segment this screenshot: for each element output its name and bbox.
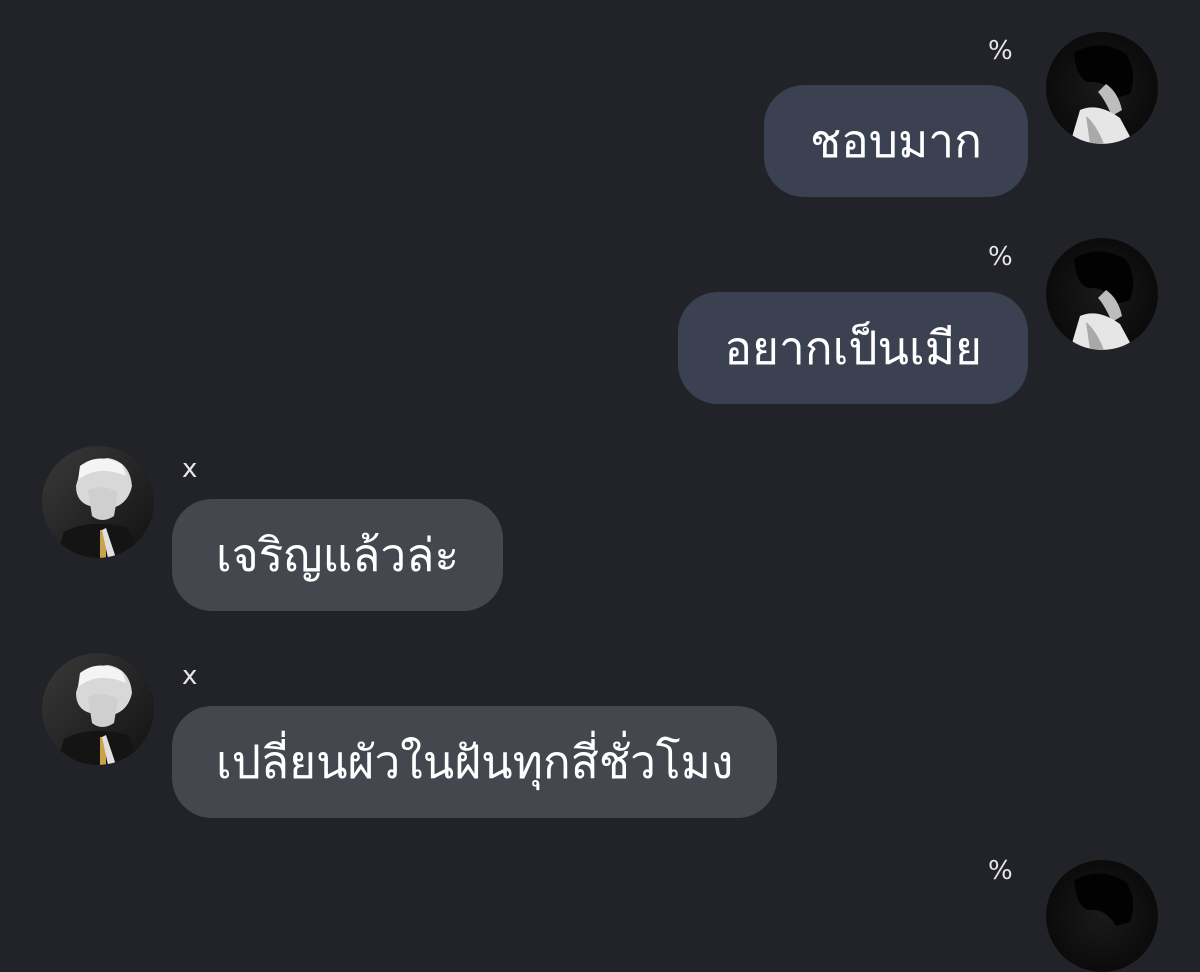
contact-avatar[interactable] — [1046, 860, 1158, 972]
message-bubble[interactable]: ชอบมาก — [763, 85, 1028, 197]
sender-name: % — [988, 856, 1013, 886]
contact-avatar[interactable] — [42, 653, 154, 765]
contact-avatar[interactable] — [1046, 238, 1158, 350]
contact-avatar[interactable] — [1046, 32, 1158, 144]
sender-name: % — [988, 242, 1013, 272]
sender-name: % — [988, 36, 1013, 66]
message-bubble[interactable]: เจริญแล้วล่ะ — [172, 499, 504, 611]
sender-name: x — [182, 661, 198, 691]
message-bubble[interactable]: อยากเป็นเมีย — [678, 292, 1028, 404]
message-bubble[interactable]: เปลี่ยนผัวในฝันทุกสี่ชั่วโมง — [172, 706, 778, 818]
contact-avatar[interactable] — [42, 446, 154, 558]
sender-name: x — [182, 454, 198, 484]
